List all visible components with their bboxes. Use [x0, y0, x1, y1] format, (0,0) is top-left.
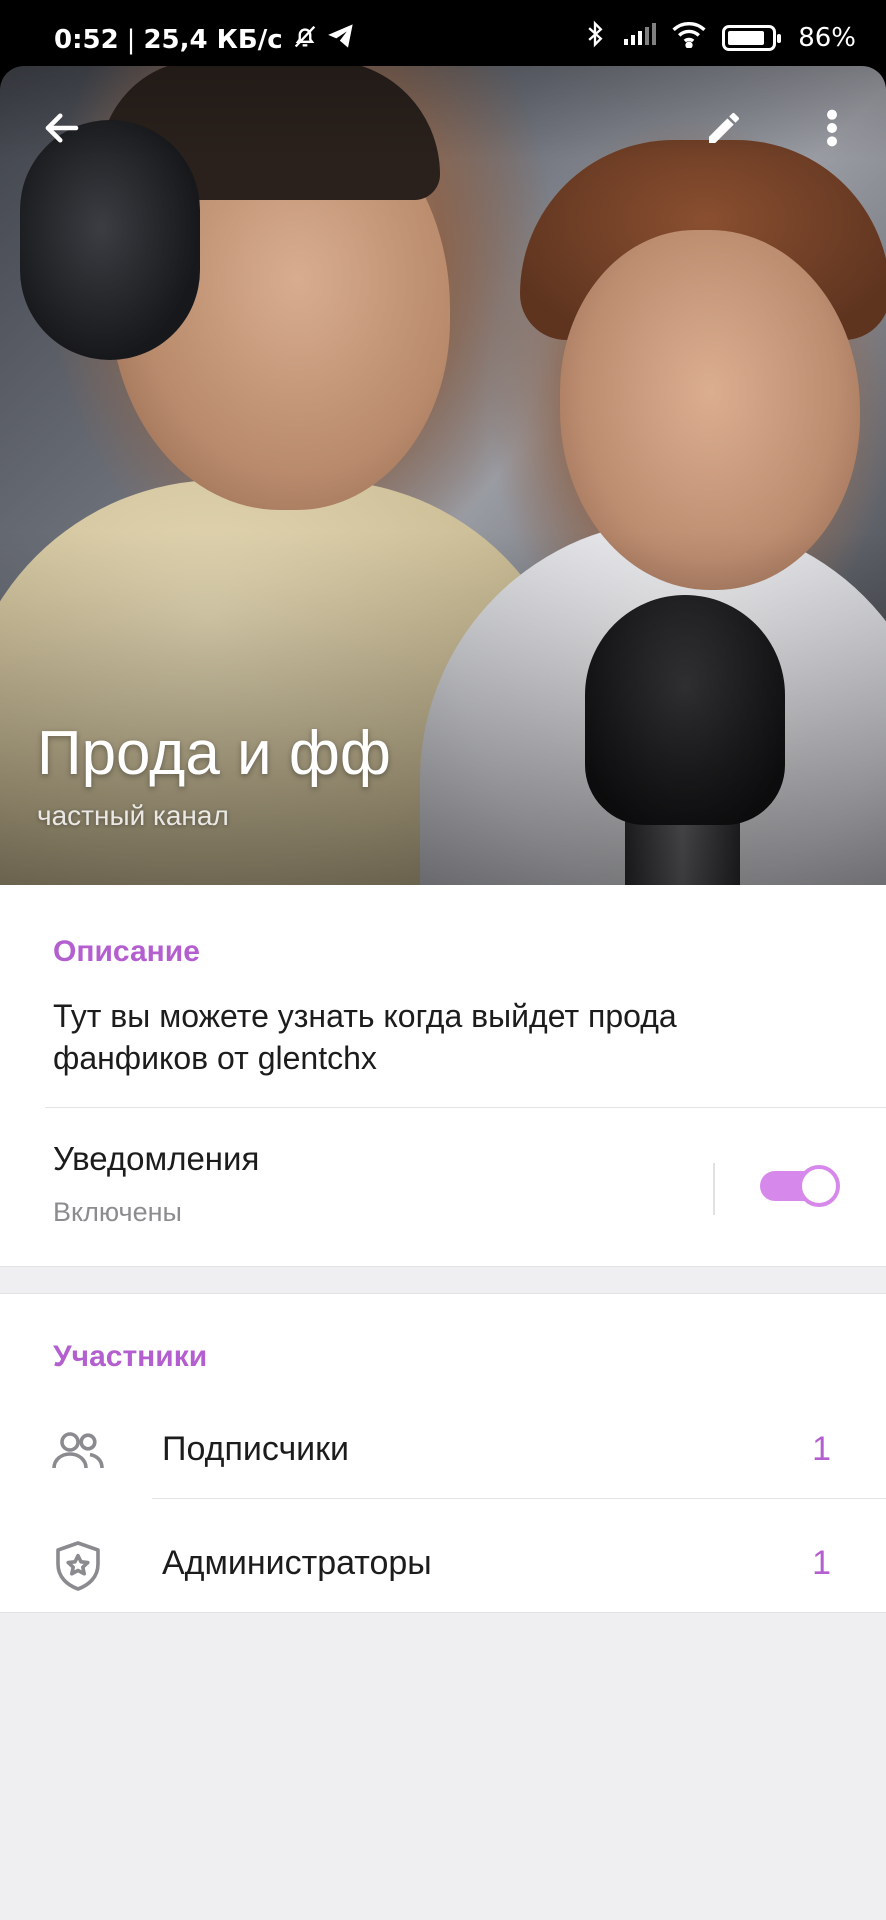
channel-title-block: Прода и фф частный канал — [37, 719, 391, 832]
telegram-icon — [327, 23, 355, 56]
members-card: Участники Подписчики 1 Администраторы 1 — [0, 1293, 886, 1613]
subscribers-label: Подписчики — [162, 1430, 350, 1468]
bluetooth-icon — [584, 20, 606, 55]
channel-title: Прода и фф — [37, 719, 391, 788]
administrators-count: 1 — [812, 1544, 831, 1582]
vertical-separator — [713, 1163, 715, 1215]
members-label: Участники — [53, 1340, 208, 1373]
notifications-toggle[interactable] — [760, 1165, 840, 1207]
notifications-state: Включены — [53, 1197, 182, 1227]
status-separator: | — [126, 24, 136, 55]
description-text[interactable]: Тут вы можете узнать когда выйдет прода … — [53, 995, 813, 1079]
more-button[interactable] — [802, 100, 862, 160]
administrators-label: Администраторы — [162, 1544, 432, 1582]
more-vertical-icon — [825, 108, 839, 153]
info-card: Описание Тут вы можете узнать когда выйд… — [0, 885, 886, 1267]
wifi-icon — [672, 20, 706, 55]
battery-fill — [728, 30, 765, 45]
channel-subtitle: частный канал — [37, 800, 229, 832]
subscribers-count: 1 — [812, 1430, 831, 1468]
status-bar-left: 0:52 | 25,4 КБ/с — [54, 22, 355, 57]
mute-bell-icon — [291, 22, 319, 57]
status-bar: 0:52 | 25,4 КБ/с 86% — [0, 0, 886, 66]
edit-button[interactable] — [694, 100, 754, 160]
battery-icon — [722, 24, 782, 51]
divider — [45, 1107, 886, 1108]
description-label: Описание — [53, 935, 200, 968]
pencil-icon — [704, 108, 744, 153]
shield-star-icon — [50, 1538, 106, 1594]
status-network-speed: 25,4 КБ/с — [143, 24, 283, 55]
toggle-knob — [798, 1165, 840, 1207]
people-icon — [50, 1424, 106, 1480]
arrow-left-icon — [41, 107, 83, 154]
notifications-label: Уведомления — [53, 1140, 260, 1177]
status-battery-percent: 86% — [798, 22, 856, 53]
divider — [152, 1498, 886, 1499]
back-button[interactable] — [32, 100, 92, 160]
signal-icon — [622, 21, 657, 54]
status-bar-right: 86% — [584, 20, 856, 55]
subscribers-row[interactable]: Подписчики 1 — [0, 1394, 886, 1508]
status-time: 0:52 — [54, 24, 119, 55]
administrators-row[interactable]: Администраторы 1 — [0, 1508, 886, 1622]
